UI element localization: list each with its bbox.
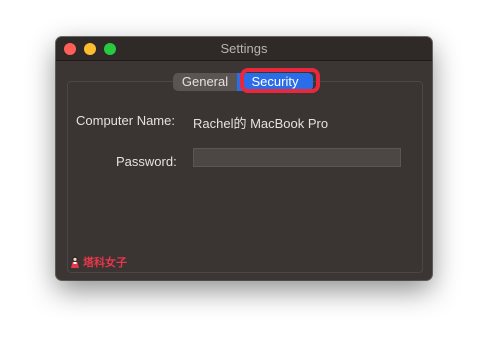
watermark: 塔科女子	[70, 254, 127, 270]
tab-general[interactable]: General	[173, 73, 237, 91]
woman-logo-icon	[71, 256, 79, 268]
title-bar[interactable]: Settings	[56, 37, 432, 61]
password-field[interactable]	[193, 148, 401, 167]
content-panel	[67, 81, 423, 273]
security-tab-highlight	[240, 68, 320, 93]
settings-window: Settings General Security Computer Name:…	[56, 37, 432, 280]
computer-name-value: Rachel的 MacBook Pro	[193, 116, 329, 131]
password-label: Password:	[116, 154, 177, 169]
computer-name-label: Computer Name:	[76, 113, 175, 128]
window-title: Settings	[220, 41, 268, 56]
watermark-text: 塔科女子	[83, 257, 127, 269]
